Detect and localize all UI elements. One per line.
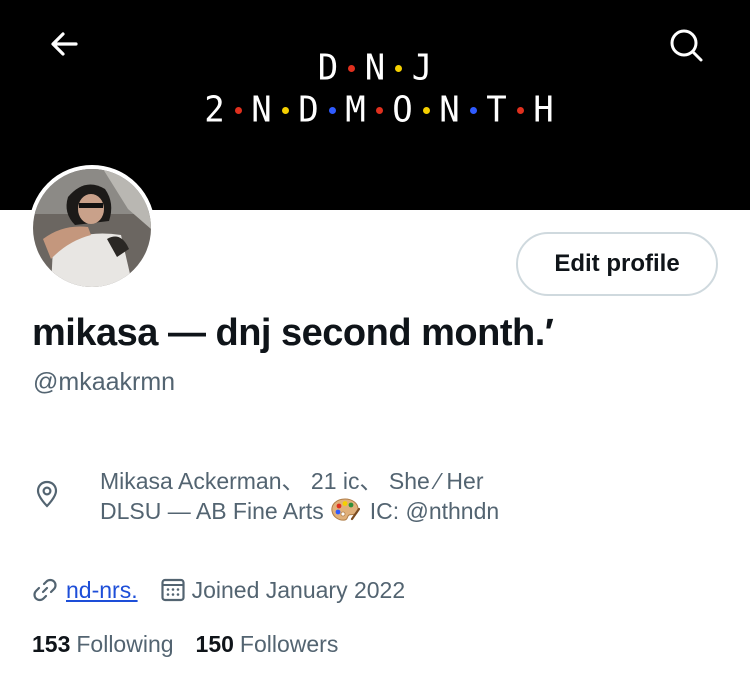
calendar-icon [160,578,185,602]
banner-dot [395,64,402,72]
banner-dot [348,64,355,72]
banner-title-line1: DNJ [0,47,750,89]
follow-stats: 153 Following 150 Followers [32,631,360,658]
banner-dot [422,106,430,114]
banner-letter: 2 [204,89,225,131]
profile-bio: Mikasa Ackerman、 21 ic、 She ⁄ Her DLSU —… [100,466,499,526]
banner-letter: M [345,89,366,131]
website-link[interactable]: nd-nrs. [66,577,138,604]
username-handle: @mkaakrmn [33,368,176,396]
display-name: mikasa — dnj second month.′ [32,312,554,354]
banner-letter: T [486,89,507,131]
joined-date: Joined January 2022 [191,576,406,603]
following-count-link[interactable]: 153 Following [32,631,174,658]
banner-dot [516,106,524,114]
banner-letter: N [439,89,460,131]
banner-dot [469,106,477,114]
banner-title-line2: 2NDMONTH [4,89,750,131]
artist-palette-icon [331,498,360,521]
bio-line-2: DLSU — AB Fine Arts IC: @nthndn [100,496,499,526]
bio-line-1: Mikasa Ackerman、 21 ic、 She ⁄ Her [100,468,484,494]
edit-profile-button[interactable]: Edit profile [516,232,718,296]
banner-dot [375,106,383,114]
followers-label: Followers [239,631,339,657]
banner-letter: D [317,47,339,89]
banner-letter: N [251,89,272,131]
location-pin-icon [36,480,58,508]
search-button[interactable] [664,24,708,64]
banner-dot [328,106,336,114]
following-count: 153 [32,631,71,657]
avatar[interactable] [29,165,155,291]
profile-meta: nd-nrs. Joined January 2022 [32,574,405,606]
search-icon [670,29,703,62]
bio-school: DLSU — AB Fine Arts [100,498,324,524]
banner-dot [281,106,289,114]
bio-credit: IC: @nthndn [369,498,500,524]
avatar-photo [33,169,151,287]
banner-letter: N [364,47,386,89]
link-icon [33,578,57,602]
banner-letter: J [411,47,433,89]
banner-dot [234,106,242,114]
banner-letter: D [298,89,319,131]
followers-count-link[interactable]: 150 Followers [196,631,339,658]
banner-letter: H [533,89,554,131]
banner-letter: O [392,89,413,131]
following-label: Following [76,631,174,657]
followers-count: 150 [195,631,234,657]
